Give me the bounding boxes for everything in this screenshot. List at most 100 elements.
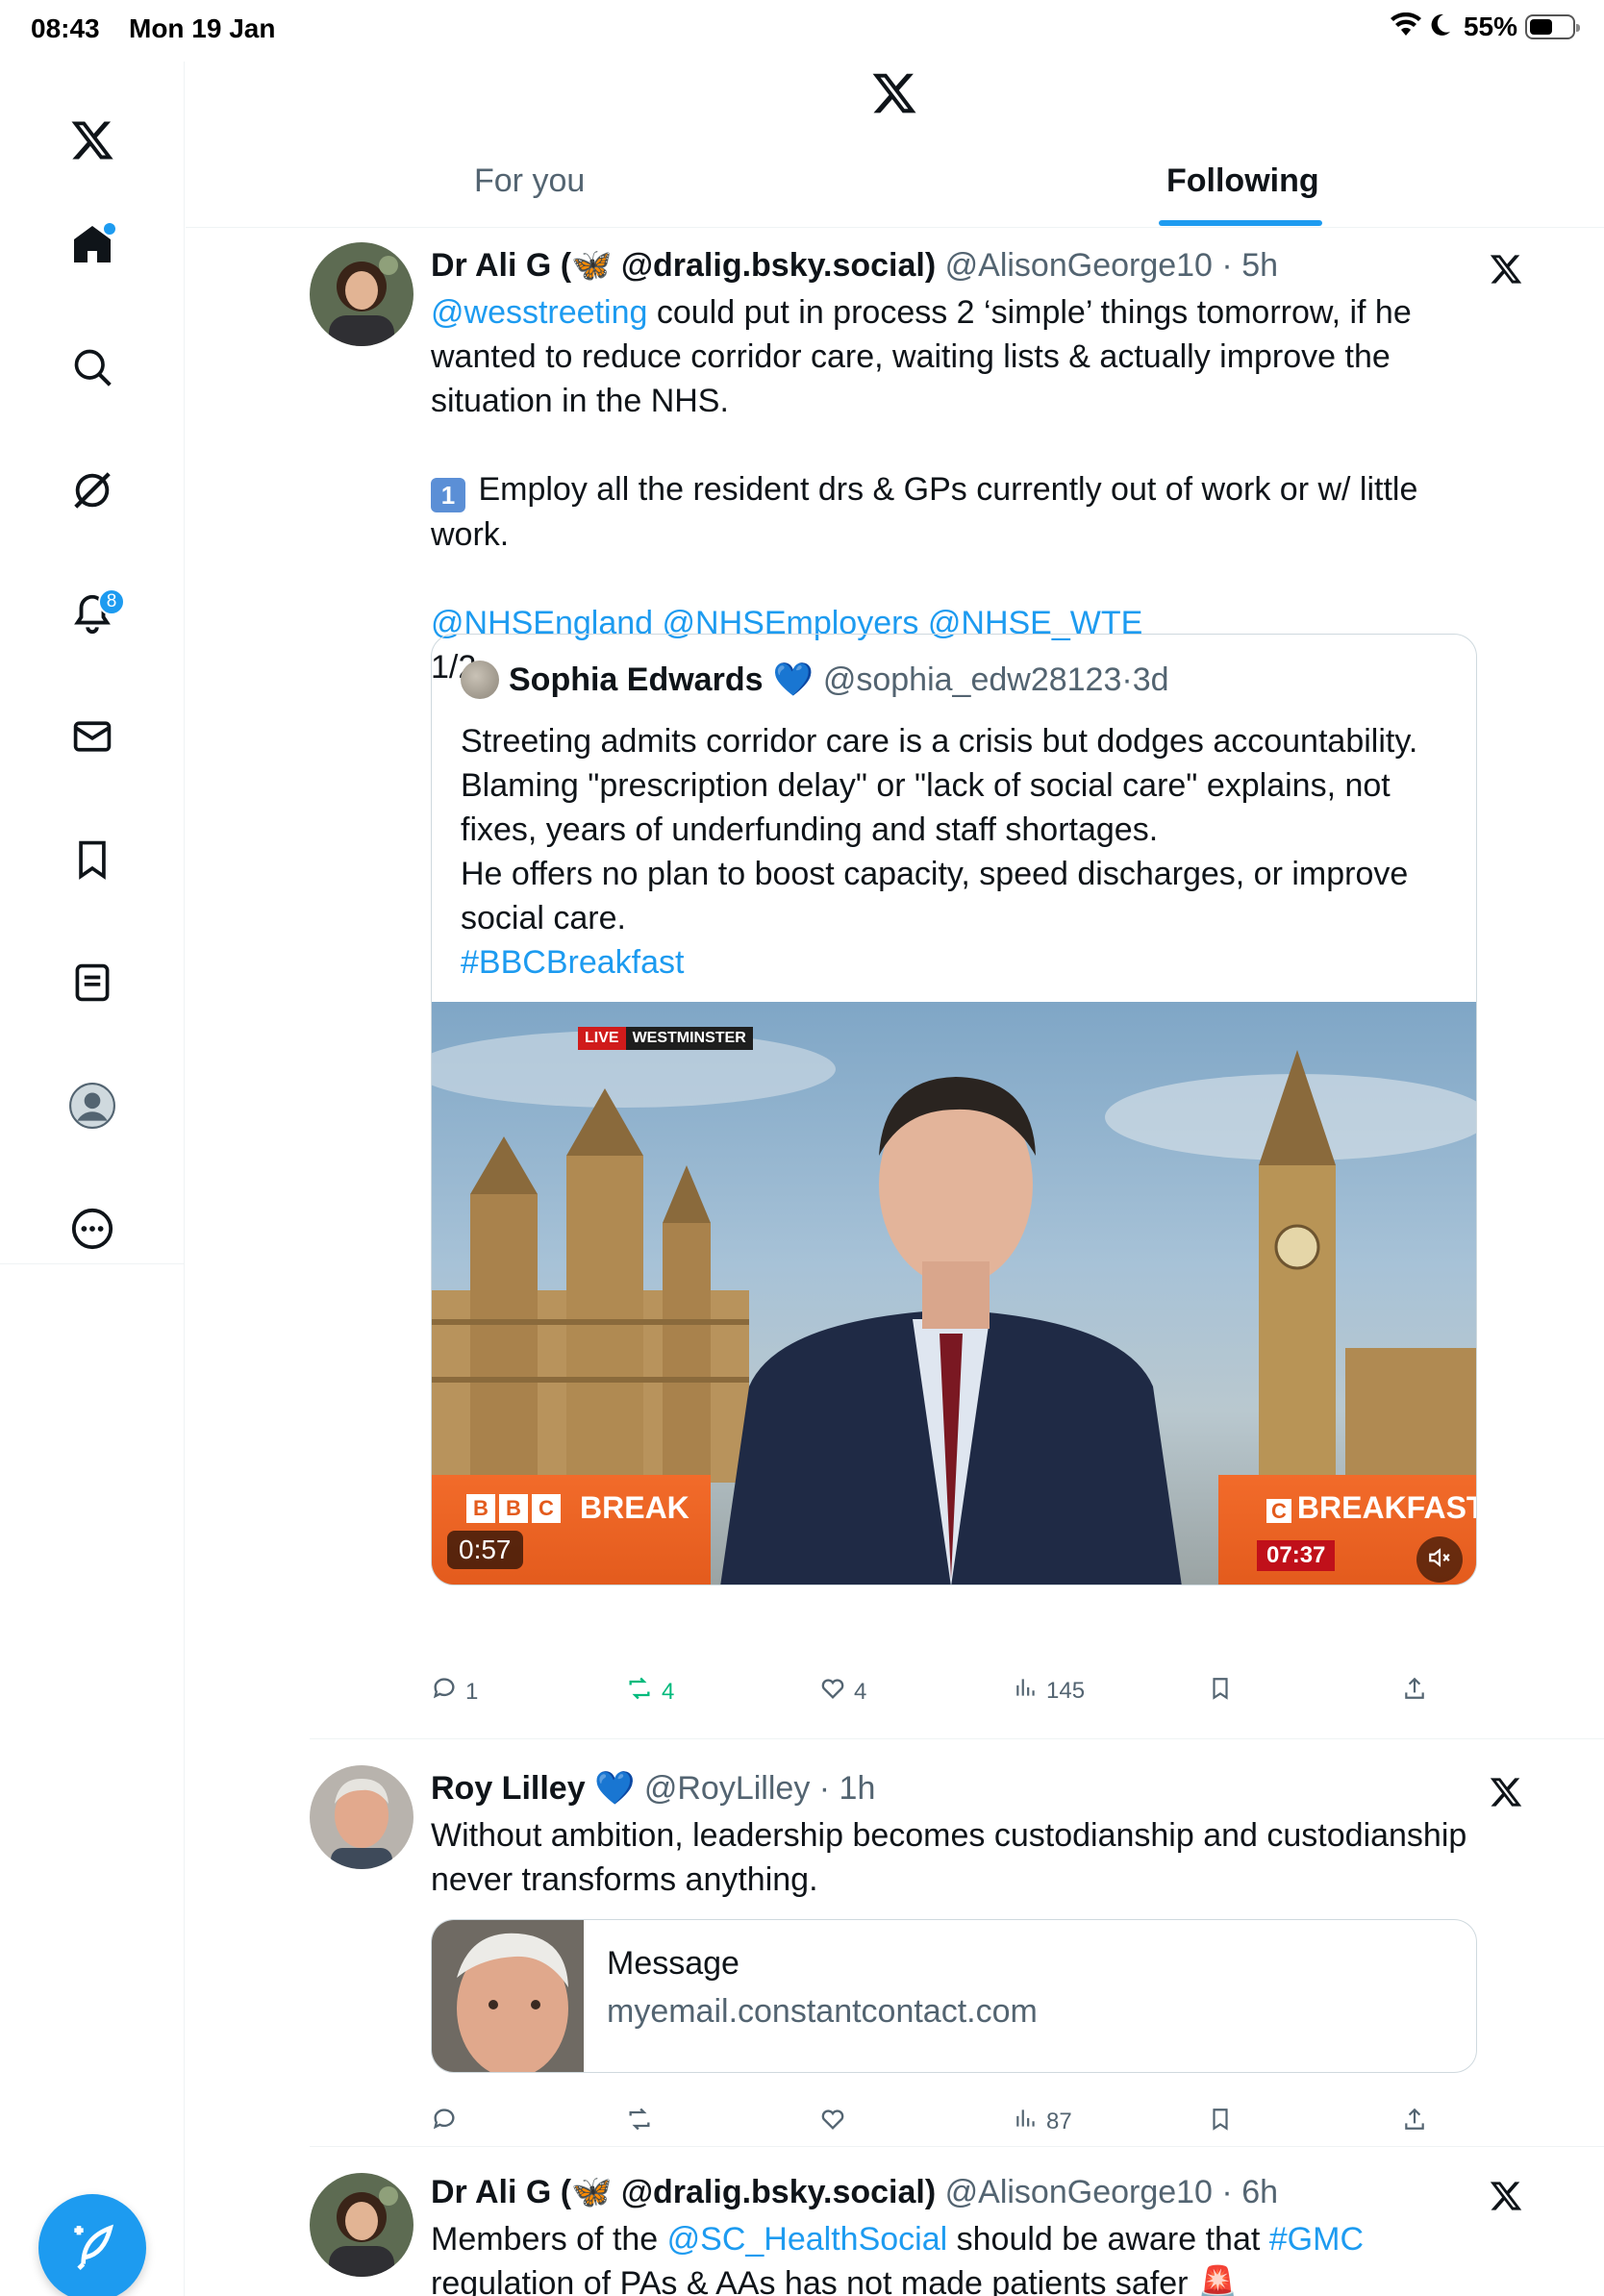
- post[interactable]: Roy Lilley 💙 @RoyLilley · 1h Without amb…: [310, 1765, 1523, 2134]
- x-logo-icon: [1489, 2179, 1523, 2218]
- post-handle[interactable]: @AlisonGeorge10: [945, 247, 1213, 284]
- post-text: Without ambition, leadership becomes cus…: [431, 1817, 1467, 1898]
- bookmark-button[interactable]: [1208, 1675, 1233, 1709]
- like-button[interactable]: [819, 2106, 854, 2139]
- status-right: 55%: [1390, 12, 1580, 42]
- post[interactable]: Dr Ali G (🦋 @dralig.bsky.social) @Alison…: [310, 242, 1523, 1733]
- dot-separator: ·: [1212, 247, 1242, 284]
- quoted-avatar[interactable]: [461, 661, 499, 699]
- quoted-post[interactable]: Sophia Edwards 💙 @sophia_edw28123 · 3d S…: [431, 634, 1477, 1585]
- avatar[interactable]: [310, 1765, 414, 1869]
- post-handle[interactable]: @RoyLilley: [644, 1770, 810, 1807]
- sidebar-item-lists[interactable]: [63, 956, 121, 1013]
- x-logo-icon[interactable]: [63, 112, 121, 169]
- video-duration: 0:57: [447, 1531, 523, 1569]
- views-button[interactable]: 87: [1014, 2106, 1072, 2137]
- sidebar-item-grok[interactable]: [63, 463, 121, 521]
- post-text-part: Employ all the resident drs & GPs curren…: [431, 471, 1418, 553]
- brand-right-prefix: C: [1266, 1499, 1291, 1523]
- link-card-domain: myemail.constantcontact.com: [607, 1993, 1038, 2030]
- hashtag-link[interactable]: #BBCBreakfast: [461, 940, 1451, 985]
- bbc-letter: C: [532, 1494, 561, 1523]
- like-count: 4: [854, 1678, 867, 1705]
- avatar[interactable]: [310, 2173, 414, 2277]
- repost-button[interactable]: [625, 2106, 662, 2139]
- link-card[interactable]: Message myemail.constantcontact.com: [431, 1919, 1477, 2073]
- post-author[interactable]: Roy Lilley: [431, 1770, 586, 1807]
- post-body: Dr Ali G (🦋 @dralig.bsky.social) @Alison…: [431, 2169, 1479, 2296]
- quoted-time[interactable]: 3d: [1133, 658, 1169, 702]
- sidebar-item-profile[interactable]: [63, 1079, 121, 1136]
- share-button[interactable]: [1402, 2106, 1427, 2139]
- notifications-badge: 8: [98, 588, 125, 615]
- hashtag-link[interactable]: #GMC: [1269, 2221, 1364, 2258]
- compose-button[interactable]: [38, 2194, 146, 2296]
- reply-icon: [431, 1675, 458, 1709]
- post-header: Dr Ali G (🦋 @dralig.bsky.social) @Alison…: [431, 242, 1479, 288]
- sidebar-item-messages[interactable]: [63, 710, 121, 767]
- x-logo-icon: [1489, 1775, 1523, 1814]
- repost-icon: [625, 2106, 654, 2139]
- post-handle[interactable]: @AlisonGeorge10: [945, 2174, 1213, 2210]
- sidebar-item-more[interactable]: [63, 1202, 121, 1260]
- quoted-author[interactable]: Sophia Edwards: [509, 658, 764, 702]
- sidebar-item-home[interactable]: [63, 217, 121, 275]
- post-text: @wesstreeting could put in process 2 ‘si…: [431, 290, 1479, 423]
- views-count: 145: [1046, 1677, 1086, 1704]
- post-separator: [310, 1738, 1604, 1739]
- mention-link[interactable]: @wesstreeting: [431, 294, 647, 331]
- post-time[interactable]: 1h: [840, 1770, 876, 1807]
- repost-button[interactable]: 4: [625, 1675, 674, 1709]
- views-icon: [1014, 2106, 1039, 2137]
- mute-button[interactable]: [1416, 1536, 1463, 1583]
- compose-icon: [65, 2219, 119, 2278]
- battery-percent: 55%: [1463, 12, 1517, 41]
- video-player[interactable]: LIVE WESTMINSTER B B C BREAK C BREAKFAST …: [432, 1002, 1477, 1585]
- like-icon: [819, 1675, 846, 1709]
- tab-for-you[interactable]: For you: [474, 162, 585, 216]
- post-time[interactable]: 5h: [1241, 247, 1278, 284]
- quoted-handle[interactable]: @sophia_edw28123: [823, 658, 1122, 702]
- quoted-text: Streeting admits corridor care is a cris…: [461, 719, 1451, 985]
- post-actions: 1 4 4 145: [431, 1675, 1479, 1713]
- share-button[interactable]: [1402, 1675, 1427, 1709]
- post-text-part: Members of the: [431, 2221, 667, 2258]
- reply-button[interactable]: [431, 2106, 465, 2139]
- blue-heart-icon: 💙: [594, 1770, 636, 1807]
- post-time[interactable]: 6h: [1241, 2174, 1278, 2210]
- keycap-one-icon: 1: [431, 478, 465, 512]
- dot-separator: ·: [1212, 2174, 1242, 2210]
- sidebar-item-explore[interactable]: [63, 340, 121, 398]
- x-logo-icon[interactable]: [870, 69, 918, 122]
- link-card-thumbnail: [432, 1920, 584, 2072]
- profile-icon: [68, 1082, 116, 1135]
- reply-button[interactable]: 1: [431, 1675, 478, 1709]
- bookmark-icon: [1208, 2106, 1233, 2139]
- views-icon: [1014, 1675, 1039, 1707]
- sidebar-divider: [0, 1263, 185, 1264]
- brand-right-text: BREAKFAST: [1296, 1490, 1477, 1525]
- post-author[interactable]: Dr Ali G (🦋 @dralig.bsky.social): [431, 2174, 936, 2210]
- post-separator: [310, 2146, 1604, 2147]
- grok-icon: [70, 468, 114, 517]
- brand-right: C BREAKFAST: [1266, 1490, 1477, 1526]
- repost-icon: [625, 1675, 654, 1709]
- post-text-line: regulation of PAs & AAs has not made pat…: [431, 2265, 1239, 2296]
- post[interactable]: Dr Ali G (🦋 @dralig.bsky.social) @Alison…: [310, 2169, 1523, 2296]
- views-button[interactable]: 145: [1014, 1675, 1085, 1707]
- post-author[interactable]: Dr Ali G (🦋 @dralig.bsky.social): [431, 247, 936, 284]
- mention-link[interactable]: @SC_HealthSocial: [667, 2221, 948, 2258]
- avatar[interactable]: [310, 242, 414, 346]
- sidebar-item-notifications[interactable]: 8: [63, 586, 125, 644]
- tab-following[interactable]: Following: [1166, 162, 1319, 216]
- dot-separator: ·: [1121, 661, 1133, 698]
- reply-icon: [431, 2106, 458, 2139]
- wifi-icon: [1390, 12, 1421, 42]
- like-button[interactable]: 4: [819, 1675, 866, 1709]
- active-tab-indicator: [1159, 220, 1322, 226]
- post-actions: 87: [431, 2106, 1479, 2144]
- sidebar-item-bookmarks[interactable]: [63, 833, 121, 890]
- post-text: Members of the @SC_HealthSocial should b…: [431, 2217, 1479, 2261]
- bbc-letter: B: [466, 1494, 495, 1523]
- bookmark-button[interactable]: [1208, 2106, 1233, 2139]
